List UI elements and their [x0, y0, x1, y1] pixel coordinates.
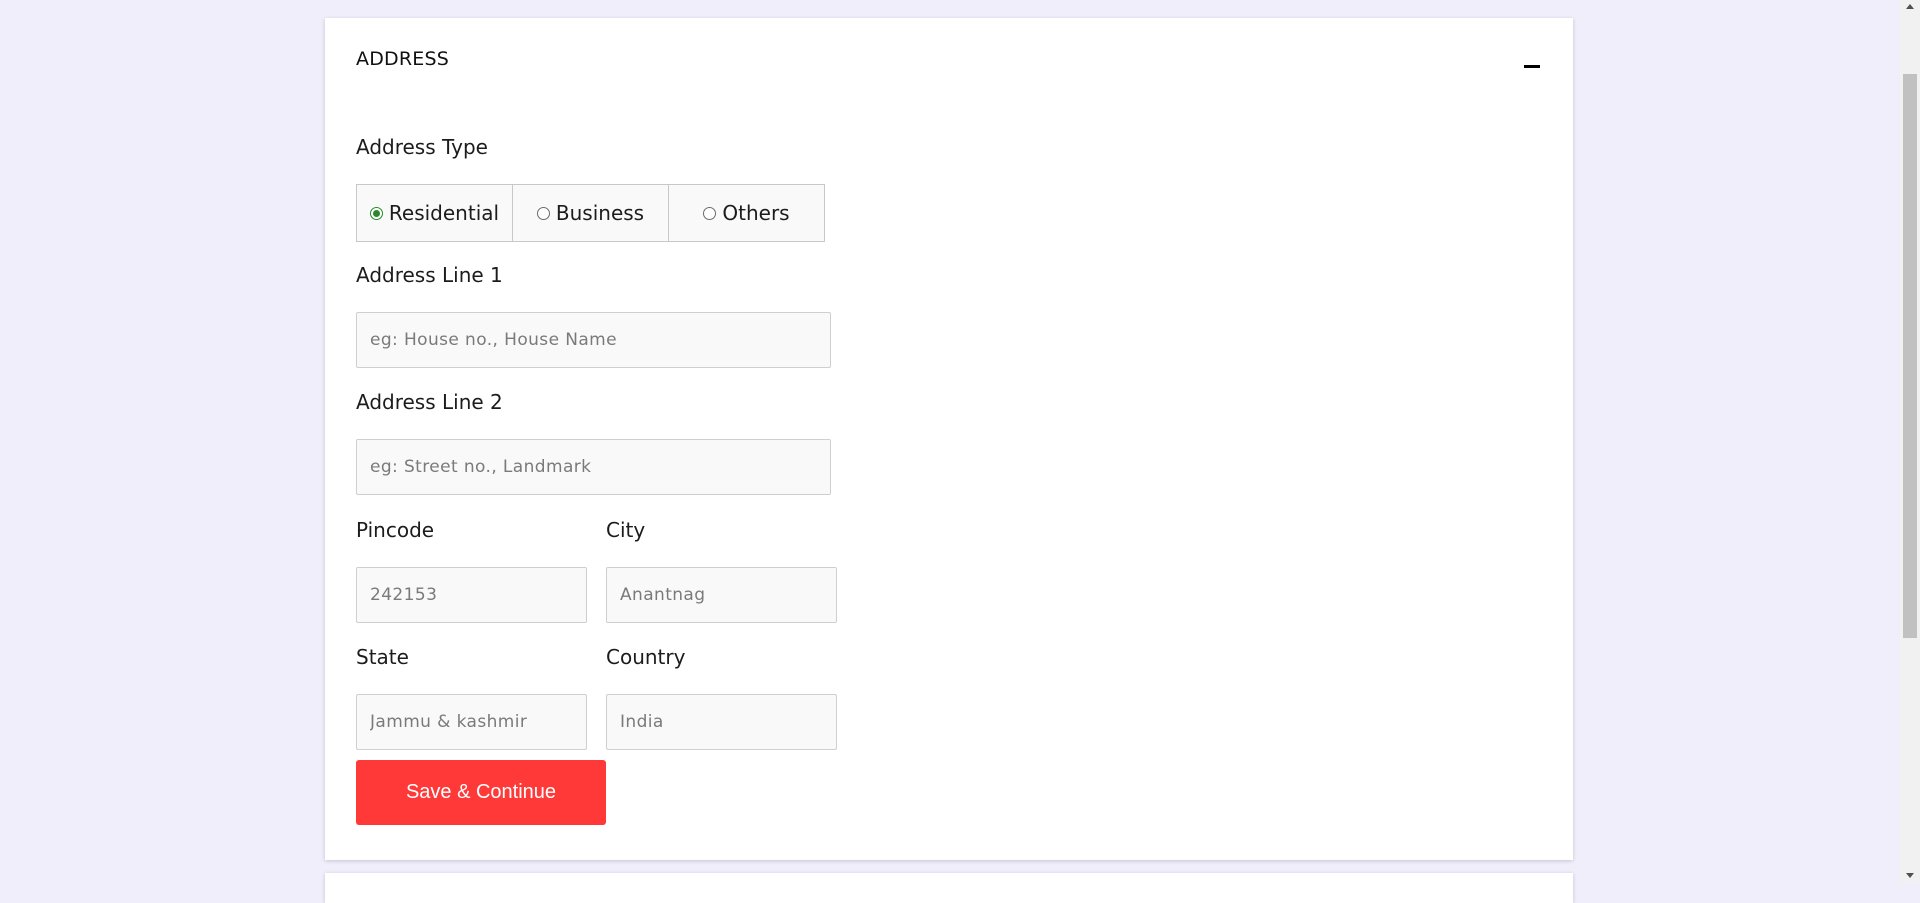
scrollbar-thumb[interactable] — [1903, 74, 1917, 638]
radio-others-label: Others — [722, 201, 790, 225]
state-label: State — [356, 645, 409, 669]
radio-business[interactable]: Business — [513, 185, 669, 241]
radio-others[interactable]: Others — [669, 185, 824, 241]
pincode-label: Pincode — [356, 518, 435, 542]
address-line-1-input[interactable] — [356, 312, 831, 368]
radio-unchecked-icon[interactable] — [536, 206, 550, 220]
collapse-button[interactable] — [1522, 56, 1542, 76]
address-type-label: Address Type — [356, 135, 488, 159]
address-line-2-label: Address Line 2 — [356, 390, 503, 414]
scroll-down-arrow-icon[interactable] — [1906, 873, 1914, 878]
country-input[interactable] — [606, 694, 837, 750]
save-continue-button[interactable]: Save & Continue — [356, 760, 606, 825]
pincode-input[interactable] — [356, 567, 587, 623]
address-line-2-input[interactable] — [356, 439, 831, 495]
city-input[interactable] — [606, 567, 837, 623]
city-label: City — [606, 518, 646, 542]
section-title: ADDRESS — [356, 48, 449, 70]
address-type-radio-group: Residential Business Others — [356, 184, 825, 242]
state-input[interactable] — [356, 694, 587, 750]
vertical-scrollbar[interactable] — [1900, 0, 1920, 883]
scroll-up-arrow-icon[interactable] — [1906, 4, 1914, 9]
radio-checked-icon[interactable] — [369, 206, 383, 220]
next-section-card — [325, 873, 1573, 903]
radio-residential[interactable]: Residential — [357, 185, 513, 241]
address-line-1-label: Address Line 1 — [356, 263, 503, 287]
country-label: Country — [606, 645, 686, 669]
radio-business-label: Business — [555, 201, 645, 225]
radio-unchecked-icon[interactable] — [703, 206, 717, 220]
radio-residential-label: Residential — [388, 201, 500, 225]
minus-icon — [1524, 65, 1540, 68]
address-card: ADDRESS Address Type Residential Busines… — [325, 18, 1573, 860]
